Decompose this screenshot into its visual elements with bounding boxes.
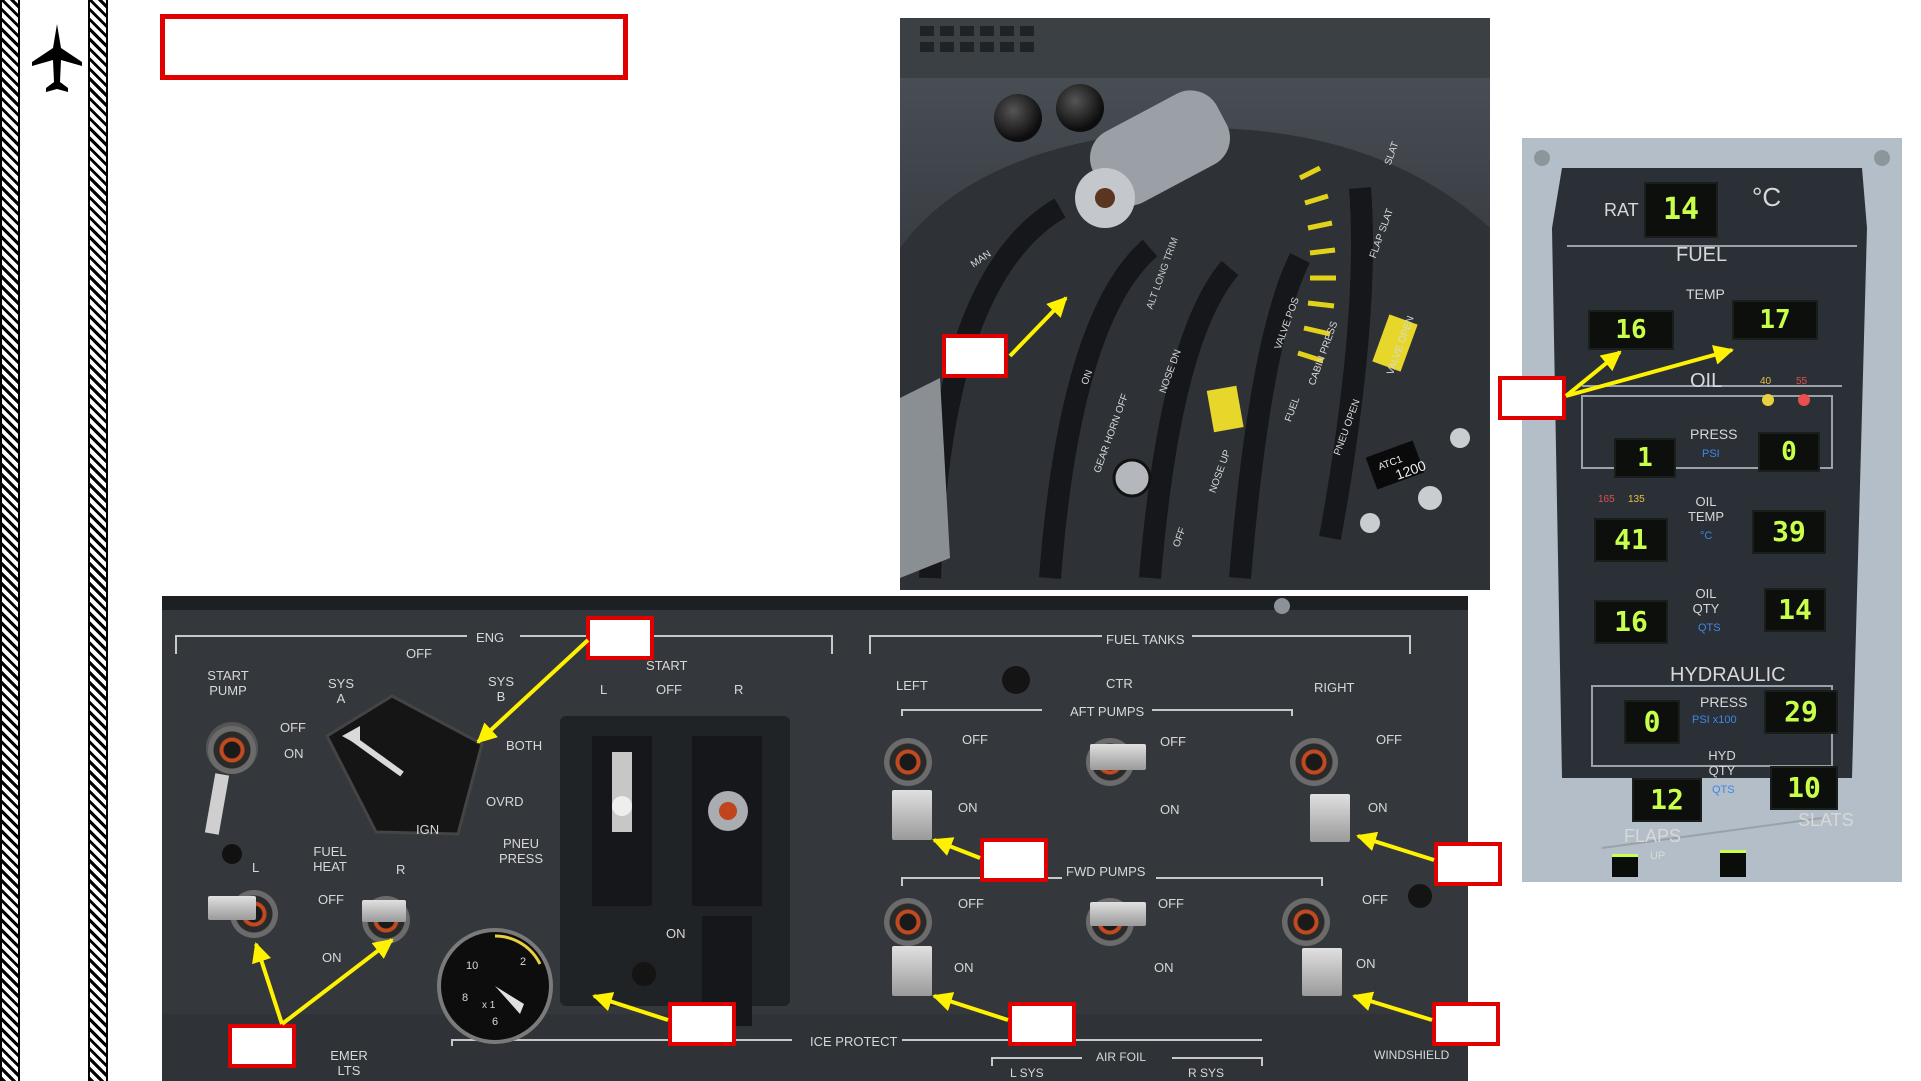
arrow-long-trim <box>1008 296 1068 358</box>
arrow-fwd-pump-right <box>1352 991 1433 1022</box>
arrow-ignition <box>476 638 590 744</box>
arrow-fuel-heat-left <box>252 942 284 1025</box>
arrow-aft-pump-right <box>1356 831 1435 862</box>
arrow-pneu-press <box>592 992 669 1022</box>
arrow-fuel-temp-right <box>1565 345 1734 398</box>
arrow-fuel-heat-right <box>280 938 394 1026</box>
arrow-fwd-pump-left <box>932 992 1009 1022</box>
callout-arrows <box>252 296 1734 1026</box>
arrow-aft-pump-left <box>932 837 981 860</box>
